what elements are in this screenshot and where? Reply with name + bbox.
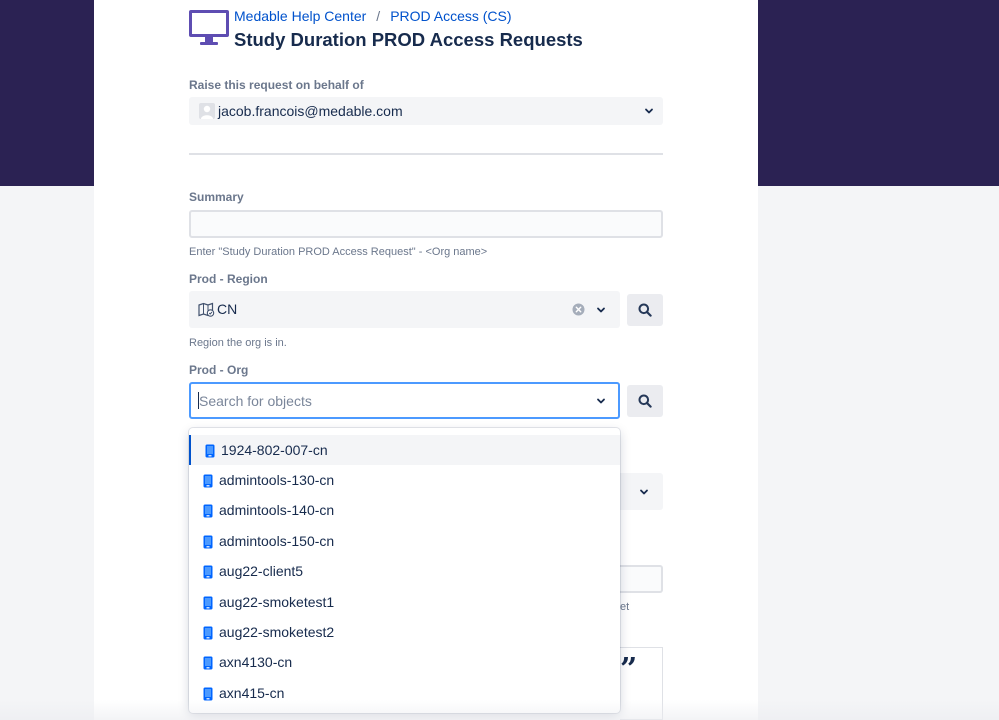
org-search-button[interactable] <box>627 385 663 417</box>
org-option[interactable]: admintools-130-cn <box>189 465 620 495</box>
org-label: Prod - Org <box>189 363 249 377</box>
avatar <box>199 103 215 119</box>
org-option[interactable]: aug22-smoketest1 <box>189 587 620 617</box>
org-placeholder: Search for objects <box>199 393 312 409</box>
object-icon <box>203 626 213 640</box>
object-icon <box>203 504 213 518</box>
chevron-down-icon[interactable] <box>596 305 606 315</box>
object-icon <box>203 596 213 610</box>
region-label: Prod - Region <box>189 272 268 286</box>
map-icon <box>198 302 215 318</box>
clear-icon[interactable] <box>572 303 585 316</box>
org-option-label: admintools-140-cn <box>219 502 335 518</box>
chevron-down-icon[interactable] <box>596 396 606 406</box>
org-options-menu: 1924-802-007-cn admintools-130-cn admint… <box>189 428 620 713</box>
behalf-value: jacob.francois@medable.com <box>218 103 403 119</box>
org-search-input[interactable]: Search for objects <box>189 382 620 419</box>
monitor-icon <box>188 9 230 47</box>
org-option-label: 1924-802-007-cn <box>221 442 328 458</box>
hidden-select-field[interactable] <box>620 473 663 510</box>
search-icon <box>638 394 652 408</box>
org-option-label: admintools-150-cn <box>219 533 335 549</box>
section-divider <box>189 153 663 155</box>
summary-help-text: Enter "Study Duration PROD Access Reques… <box>189 246 488 258</box>
breadcrumb: Medable Help Center / PROD Access (CS) <box>234 8 512 24</box>
summary-label: Summary <box>189 190 244 204</box>
object-icon <box>203 656 213 670</box>
org-option[interactable]: 1924-802-007-cn <box>189 435 620 465</box>
org-option[interactable]: aug22-smoketest2 <box>189 617 620 647</box>
hidden-help-text: et <box>620 601 630 613</box>
org-option[interactable]: admintools-150-cn <box>189 526 620 556</box>
org-option-label: aug22-client5 <box>219 563 304 579</box>
breadcrumb-separator: / <box>376 8 381 24</box>
region-search-button[interactable] <box>627 294 663 326</box>
object-icon <box>203 565 213 579</box>
breadcrumb-project-link[interactable]: PROD Access (CS) <box>390 8 511 24</box>
hidden-text-input[interactable] <box>620 565 663 593</box>
object-icon <box>203 687 213 701</box>
behalf-label: Raise this request on behalf of <box>189 78 364 92</box>
page-bottom-shadow <box>0 700 999 720</box>
org-option-label: admintools-130-cn <box>219 472 335 488</box>
object-icon <box>205 444 215 458</box>
region-select[interactable]: CN <box>189 291 620 328</box>
org-option[interactable]: admintools-140-cn <box>189 495 620 525</box>
org-option-label: aug22-smoketest1 <box>219 594 335 610</box>
region-value: CN <box>217 301 238 317</box>
region-help-text: Region the org is in. <box>189 337 287 349</box>
summary-input[interactable] <box>189 210 663 238</box>
chevron-down-icon <box>644 106 654 116</box>
org-option[interactable]: aug22-client5 <box>189 556 620 586</box>
org-option-label: aug22-smoketest2 <box>219 624 335 640</box>
org-option[interactable]: axn4130-cn <box>189 647 620 677</box>
object-icon <box>203 535 213 549</box>
search-icon <box>638 303 652 317</box>
org-option-label: axn415-cn <box>219 685 285 701</box>
behalf-select[interactable]: jacob.francois@medable.com <box>189 97 663 125</box>
object-icon <box>203 474 213 488</box>
page-title: Study Duration PROD Access Requests <box>234 29 583 50</box>
org-option-label: axn4130-cn <box>219 654 293 670</box>
chevron-down-icon <box>639 487 649 497</box>
breadcrumb-help-center-link[interactable]: Medable Help Center <box>234 8 366 24</box>
quote-icon: ” <box>620 652 638 687</box>
